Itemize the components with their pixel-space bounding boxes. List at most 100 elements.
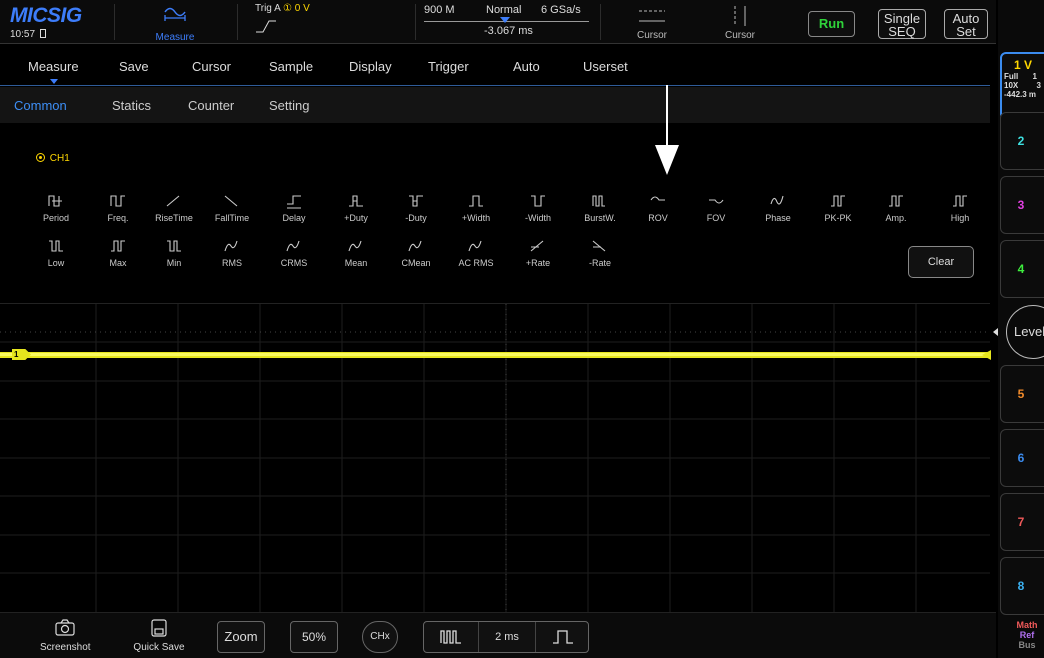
measure-delay-button[interactable]: Delay bbox=[269, 192, 319, 223]
waveform-display[interactable]: 1 bbox=[0, 303, 991, 612]
measure-amp-button[interactable]: Amp. bbox=[871, 192, 921, 223]
trigger-status[interactable]: Trig A ① 0 V bbox=[255, 3, 310, 34]
measure-cmean-button[interactable]: CMean bbox=[391, 237, 441, 268]
math-ref-bus-button[interactable]: Math Ref Bus bbox=[1002, 620, 1044, 650]
horizontal-cursor-label: Cursor bbox=[636, 30, 667, 41]
measure-risetime-button[interactable]: RiseTime bbox=[149, 192, 199, 223]
bottom-toolbar: Screenshot Quick Save Zoom 50% CHx 2 ms bbox=[0, 612, 996, 658]
menu-save[interactable]: Save bbox=[119, 59, 149, 74]
measure-rate-button[interactable]: -Rate bbox=[575, 237, 625, 268]
measure-falltime-button[interactable]: FallTime bbox=[207, 192, 257, 223]
measure-waveform-icon bbox=[164, 7, 186, 21]
measure-freq-label: Freq. bbox=[107, 213, 129, 223]
measure-width-button[interactable]: -Width bbox=[513, 192, 563, 223]
ch1-radio-icon bbox=[36, 153, 45, 162]
measure-fov-button[interactable]: FOV bbox=[691, 192, 741, 223]
measure-rms-button[interactable]: RMS bbox=[207, 237, 257, 268]
horizontal-cursor-button[interactable]: Cursor bbox=[622, 2, 682, 42]
measure-max-button[interactable]: Max bbox=[93, 237, 143, 268]
tab-common[interactable]: Common bbox=[14, 98, 67, 113]
channel-7-button[interactable]: 7 bbox=[1000, 493, 1044, 551]
trigger-label: Trig A bbox=[255, 3, 281, 14]
measure-high-label: High bbox=[950, 213, 970, 223]
channel-selector[interactable]: CH1 bbox=[36, 153, 70, 164]
clear-button[interactable]: Clear bbox=[908, 246, 974, 278]
measure-freq-button[interactable]: Freq. bbox=[93, 192, 143, 223]
ch1-marker-label: 1 bbox=[14, 350, 19, 359]
channel-2-button[interactable]: 2 bbox=[1000, 112, 1044, 170]
zoom-percent-button[interactable]: 50% bbox=[290, 621, 338, 653]
measure-min-icon bbox=[167, 240, 181, 252]
tab-counter[interactable]: Counter bbox=[188, 98, 234, 113]
menu-measure[interactable]: Measure bbox=[28, 59, 79, 74]
level-knob-button[interactable]: Level bbox=[1006, 305, 1044, 359]
measure-low-button[interactable]: Low bbox=[31, 237, 81, 268]
measure-max-label: Max bbox=[109, 258, 127, 268]
measure-duty-button[interactable]: +Duty bbox=[331, 192, 381, 223]
single-seq-button[interactable]: Single SEQ bbox=[878, 9, 926, 39]
measure-high-button[interactable]: High bbox=[935, 192, 985, 223]
ch1-radio-label: CH1 bbox=[49, 153, 70, 164]
measure-crms-button[interactable]: CRMS bbox=[269, 237, 319, 268]
timebase-decrease-button[interactable] bbox=[424, 622, 479, 652]
trigger-position-marker bbox=[500, 17, 510, 23]
channel-6-button[interactable]: 6 bbox=[1000, 429, 1044, 487]
measure-mean-button[interactable]: Mean bbox=[331, 237, 381, 268]
set-label: Set bbox=[956, 24, 976, 39]
zoom-button[interactable]: Zoom bbox=[217, 621, 265, 653]
brand-logo: MICSIG bbox=[10, 4, 82, 27]
sample-rate: 6 GSa/s bbox=[541, 4, 581, 16]
tab-setting[interactable]: Setting bbox=[269, 98, 309, 113]
measure-rate-icon bbox=[530, 240, 544, 252]
measure-period-button[interactable]: Period bbox=[31, 192, 81, 223]
main-menu-bar: Measure Save Cursor Sample Display Trigg… bbox=[0, 46, 990, 86]
auto-set-button[interactable]: Auto Set bbox=[944, 9, 988, 39]
measure-phase-button[interactable]: Phase bbox=[753, 192, 803, 223]
measure-duty-button[interactable]: -Duty bbox=[391, 192, 441, 223]
measure-min-button[interactable]: Min bbox=[149, 237, 199, 268]
channel-1-button[interactable]: 1 V Full 1 10X 3 -442.3 m bbox=[1000, 52, 1044, 120]
menu-display[interactable]: Display bbox=[349, 59, 392, 74]
save-icon bbox=[151, 619, 167, 637]
camera-icon bbox=[55, 619, 75, 636]
ch1-probe-extra: 3 bbox=[1036, 81, 1041, 90]
measure-width-label: -Width bbox=[524, 213, 551, 223]
measure-shortcut[interactable]: Measure bbox=[135, 2, 215, 43]
measure-rate-button[interactable]: +Rate bbox=[513, 237, 563, 268]
measure-burstw-button[interactable]: BurstW. bbox=[575, 192, 625, 223]
menu-cursor[interactable]: Cursor bbox=[192, 59, 231, 74]
clock: 10:57 bbox=[10, 29, 46, 40]
chx-button[interactable]: CHx bbox=[362, 621, 398, 653]
measure-ac-rms-icon bbox=[468, 240, 482, 252]
channel-5-button[interactable]: 5 bbox=[1000, 365, 1044, 423]
timebase-control[interactable]: 2 ms bbox=[423, 621, 589, 653]
menu-userset[interactable]: Userset bbox=[583, 59, 628, 74]
measure-ac-rms-button[interactable]: AC RMS bbox=[451, 237, 501, 268]
channel-8-button[interactable]: 8 bbox=[1000, 557, 1044, 615]
acquire-mode: Normal bbox=[486, 4, 522, 16]
bandwidth-value: 900 M bbox=[424, 4, 455, 16]
acquisition-status[interactable]: 900 M Normal 6 GSa/s -3.067 ms bbox=[424, 2, 592, 42]
menu-auto[interactable]: Auto bbox=[513, 59, 540, 74]
measure-crms-icon bbox=[286, 240, 300, 252]
run-stop-button[interactable]: Run bbox=[808, 11, 855, 37]
vertical-cursor-button[interactable]: Cursor bbox=[710, 2, 770, 42]
screenshot-button[interactable]: Screenshot bbox=[40, 619, 91, 653]
measure-width-button[interactable]: +Width bbox=[451, 192, 501, 223]
channel-3-button[interactable]: 3 bbox=[1000, 176, 1044, 234]
measure-amp-icon bbox=[889, 195, 903, 207]
tab-statics[interactable]: Statics bbox=[112, 98, 151, 113]
measure-delay-label: Delay bbox=[282, 213, 306, 223]
measure-rov-button[interactable]: ROV bbox=[633, 192, 683, 223]
menu-trigger[interactable]: Trigger bbox=[428, 59, 469, 74]
channel-4-button[interactable]: 4 bbox=[1000, 240, 1044, 298]
measure-mean-label: Mean bbox=[344, 258, 368, 268]
quick-save-button[interactable]: Quick Save bbox=[130, 619, 188, 653]
trigger-level-marker[interactable] bbox=[982, 350, 991, 360]
measure-pk-pk-button[interactable]: PK-PK bbox=[813, 192, 863, 223]
menu-sample[interactable]: Sample bbox=[269, 59, 313, 74]
timebase-increase-button[interactable] bbox=[535, 622, 589, 652]
measure-rms-icon bbox=[224, 240, 238, 252]
measure-cmean-label: CMean bbox=[401, 258, 431, 268]
measure-rov-icon bbox=[650, 196, 665, 201]
